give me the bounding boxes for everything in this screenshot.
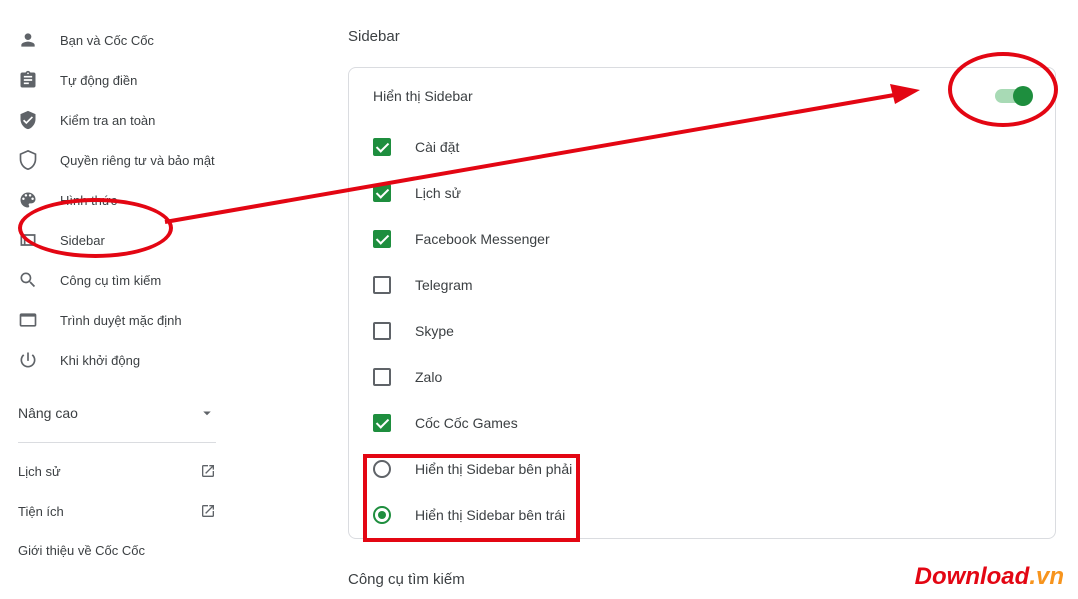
checkbox-skype[interactable] <box>373 322 391 340</box>
sidebar-item-sidebar[interactable]: Sidebar <box>18 220 240 260</box>
option-label: Cốc Cốc Games <box>415 415 518 431</box>
power-icon <box>18 350 38 370</box>
checkbox-settings[interactable] <box>373 138 391 156</box>
option-label: Telegram <box>415 277 473 293</box>
sidebar-link-extensions[interactable]: Tiện ích <box>18 491 240 531</box>
sidebar-item-label: Bạn và Cốc Cốc <box>60 33 154 48</box>
shield-check-icon <box>18 110 38 130</box>
option-label: Facebook Messenger <box>415 231 550 247</box>
main-content: Sidebar Hiển thị Sidebar Cài đặt Lịch sử… <box>240 0 1078 599</box>
next-section-title: Công cụ tìm kiếm <box>348 571 1056 588</box>
show-sidebar-toggle[interactable] <box>995 89 1031 103</box>
radio-right[interactable] <box>373 460 391 478</box>
sidebar-section-advanced[interactable]: Nâng cao <box>18 392 240 434</box>
sidebar-settings-card: Hiển thị Sidebar Cài đặt Lịch sử Faceboo… <box>348 67 1056 539</box>
option-messenger[interactable]: Facebook Messenger <box>373 216 1031 262</box>
checkbox-zalo[interactable] <box>373 368 391 386</box>
link-label: Lịch sử <box>18 464 61 479</box>
open-external-icon <box>200 463 216 479</box>
checkbox-messenger[interactable] <box>373 230 391 248</box>
sidebar-item-appearance[interactable]: Hình thức <box>18 180 240 220</box>
browser-icon <box>18 310 38 330</box>
sidebar-item-label: Trình duyệt mặc định <box>60 313 182 328</box>
radio-sidebar-left[interactable]: Hiển thị Sidebar bên trái <box>373 492 1031 538</box>
show-sidebar-label: Hiển thị Sidebar <box>373 88 473 104</box>
sidebar-item-label: Sidebar <box>60 233 105 248</box>
option-label: Lịch sử <box>415 185 461 201</box>
checkbox-history[interactable] <box>373 184 391 202</box>
open-external-icon <box>200 503 216 519</box>
sidebar-item-label: Tự động điền <box>60 73 137 88</box>
advanced-label: Nâng cao <box>18 405 78 421</box>
toggle-knob <box>1013 86 1033 106</box>
option-history[interactable]: Lịch sử <box>373 170 1031 216</box>
sidebar-item-label: Công cụ tìm kiếm <box>60 273 161 288</box>
sidebar-item-autofill[interactable]: Tự động điền <box>18 60 240 100</box>
checkbox-games[interactable] <box>373 414 391 432</box>
show-sidebar-row: Hiển thị Sidebar <box>373 68 1031 124</box>
sidebar-link-history[interactable]: Lịch sử <box>18 451 240 491</box>
sidebar-divider <box>18 442 216 443</box>
sidebar-item-search[interactable]: Công cụ tìm kiếm <box>18 260 240 300</box>
option-skype[interactable]: Skype <box>373 308 1031 354</box>
sidebar-item-label: Hình thức <box>60 193 117 208</box>
sidebar-item-label: Quyền riêng tư và bảo mật <box>60 153 215 168</box>
section-title: Sidebar <box>348 28 1056 45</box>
option-label: Zalo <box>415 369 442 385</box>
radio-label: Hiển thị Sidebar bên trái <box>415 507 565 523</box>
palette-icon <box>18 190 38 210</box>
sidebar-item-default-browser[interactable]: Trình duyệt mặc định <box>18 300 240 340</box>
sidebar-item-privacy[interactable]: Quyền riêng tư và bảo mật <box>18 140 240 180</box>
sidebar-item-label: Khi khởi động <box>60 353 140 368</box>
sidebar-icon <box>18 230 38 250</box>
radio-sidebar-right[interactable]: Hiển thị Sidebar bên phải <box>373 446 1031 492</box>
option-label: Cài đặt <box>415 139 459 155</box>
option-zalo[interactable]: Zalo <box>373 354 1031 400</box>
option-telegram[interactable]: Telegram <box>373 262 1031 308</box>
radio-label: Hiển thị Sidebar bên phải <box>415 461 572 477</box>
settings-sidebar: Bạn và Cốc Cốc Tự động điền Kiểm tra an … <box>0 0 240 599</box>
clipboard-icon <box>18 70 38 90</box>
option-games[interactable]: Cốc Cốc Games <box>373 400 1031 446</box>
checkbox-telegram[interactable] <box>373 276 391 294</box>
sidebar-item-label: Kiểm tra an toàn <box>60 113 155 128</box>
chevron-down-icon <box>198 404 216 422</box>
link-label: Tiện ích <box>18 504 64 519</box>
option-settings[interactable]: Cài đặt <box>373 124 1031 170</box>
shield-icon <box>18 150 38 170</box>
radio-left[interactable] <box>373 506 391 524</box>
option-label: Skype <box>415 323 454 339</box>
link-label: Giới thiệu về Cốc Cốc <box>18 543 145 558</box>
sidebar-link-about[interactable]: Giới thiệu về Cốc Cốc <box>18 531 240 570</box>
sidebar-item-safety[interactable]: Kiểm tra an toàn <box>18 100 240 140</box>
search-icon <box>18 270 38 290</box>
person-icon <box>18 30 38 50</box>
sidebar-item-startup[interactable]: Khi khởi động <box>18 340 240 380</box>
sidebar-item-you-coccoc[interactable]: Bạn và Cốc Cốc <box>18 20 240 60</box>
